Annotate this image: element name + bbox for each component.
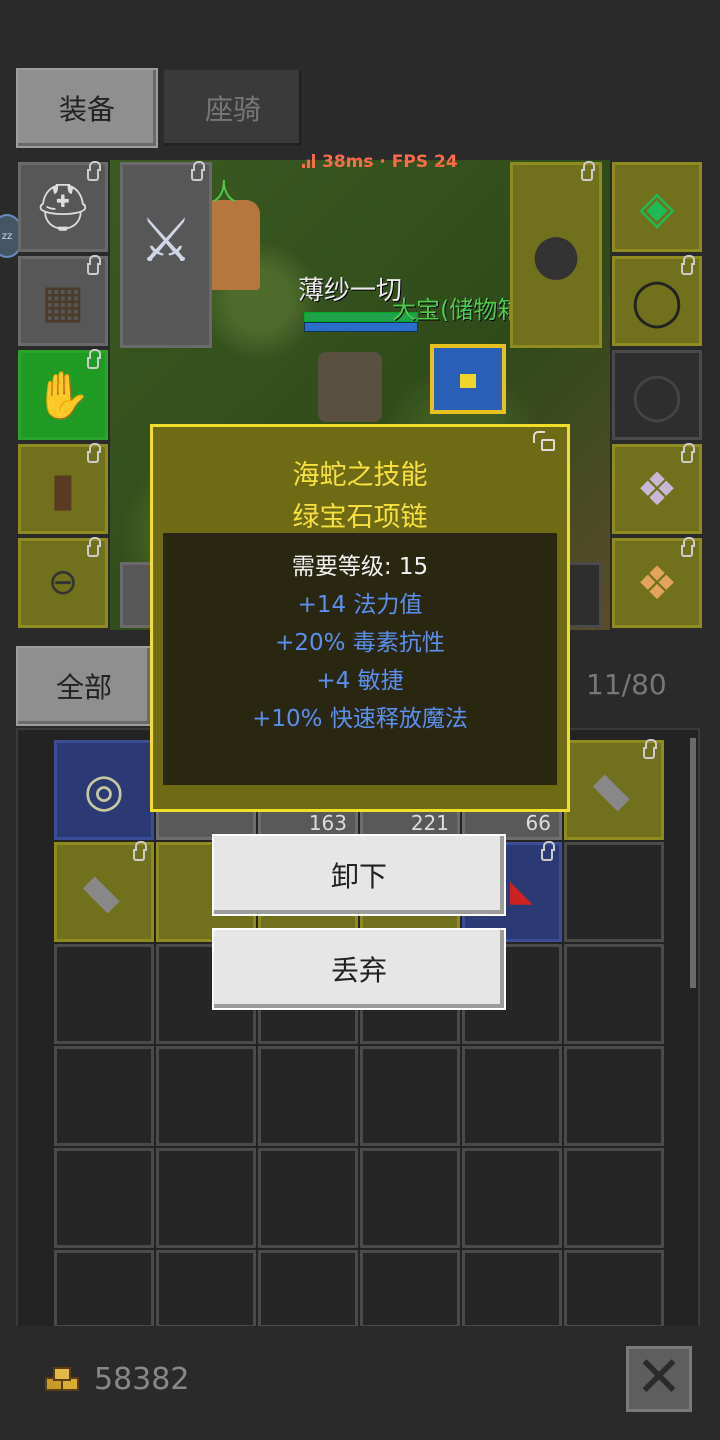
inventory-cell[interactable]: ◎ — [54, 740, 154, 840]
lock-icon — [133, 841, 147, 861]
inventory-cell[interactable] — [258, 1148, 358, 1248]
amulet-slot[interactable]: ◈ — [612, 162, 702, 252]
lock-icon — [87, 537, 101, 557]
npc-name: 人 — [212, 178, 236, 206]
inventory-cell[interactable] — [54, 1046, 154, 1146]
lock-icon — [87, 443, 101, 463]
item-stats-panel: 需要等级: 15 +14 法力值 +20% 毒素抗性 +4 敏捷 +10% 快速… — [163, 533, 557, 785]
inventory-scrollbar[interactable] — [690, 738, 696, 988]
inventory-cell[interactable] — [54, 1148, 154, 1248]
inventory-cell[interactable] — [258, 1250, 358, 1328]
inventory-cell[interactable] — [462, 1046, 562, 1146]
lock-icon — [191, 161, 205, 181]
weapon-slot[interactable]: ⚔ — [120, 161, 212, 348]
network-status: 38ms · FPS 24 — [302, 152, 458, 172]
level-requirement: 需要等级: 15 — [291, 554, 429, 580]
armor-slot[interactable]: ▦ — [18, 255, 108, 346]
belt-slot[interactable]: ⊖ — [18, 537, 108, 628]
pet2-icon: ❖ — [636, 556, 678, 610]
lock-icon — [643, 739, 657, 759]
item-name: 绿宝石项链 — [292, 502, 428, 533]
inventory-capacity: 11/80 — [586, 668, 667, 701]
player-name: 薄纱一切 — [298, 276, 403, 306]
helmet-icon: ⛑ — [33, 180, 93, 234]
inventory-cell[interactable] — [54, 1250, 154, 1328]
belt-icon: ⊖ — [47, 562, 79, 603]
unequip-button[interactable]: 卸下 — [212, 834, 506, 916]
lock-icon — [681, 537, 695, 557]
lock-icon — [87, 255, 101, 275]
item-stat: +4 敏捷 — [316, 668, 404, 694]
stack-count: 66 — [525, 811, 551, 835]
boots-icon: ▮ — [50, 462, 76, 516]
unlock-icon[interactable] — [533, 431, 555, 451]
close-icon: ✕ — [635, 1345, 683, 1410]
inventory-cell[interactable] — [360, 1046, 460, 1146]
inventory-cell[interactable] — [462, 1250, 562, 1328]
pet-icon: ❖ — [636, 462, 678, 516]
stack-count: 163 — [308, 811, 347, 835]
signal-icon — [302, 154, 316, 168]
inventory-cell[interactable] — [360, 1250, 460, 1328]
sword-icon: ⚔ — [139, 205, 193, 276]
discard-button[interactable]: 丢弃 — [212, 928, 506, 1010]
lock-icon — [541, 841, 555, 861]
category-all[interactable]: 全部 — [16, 646, 152, 726]
inventory-cell[interactable] — [564, 1148, 664, 1248]
item-stat: +14 法力值 — [297, 592, 423, 618]
tab-equipment[interactable]: 装备 — [16, 68, 158, 148]
inventory-cell[interactable] — [564, 1250, 664, 1328]
dagger-icon: ▬ — [69, 857, 139, 927]
inventory-cell[interactable] — [54, 944, 154, 1044]
inventory-cell[interactable]: ▬ — [564, 739, 664, 840]
lock-icon — [681, 255, 695, 275]
inventory-cell[interactable]: ▬ — [54, 841, 154, 942]
close-button[interactable]: ✕ — [626, 1346, 692, 1412]
storage-chest-sprite[interactable] — [430, 344, 506, 414]
item-set-name: 海蛇之技能 — [292, 460, 428, 491]
lock-icon — [581, 161, 595, 181]
gold-icon — [45, 1367, 79, 1391]
inventory-cell[interactable] — [564, 842, 664, 942]
inventory-cell[interactable] — [564, 1046, 664, 1146]
inventory-cell[interactable] — [156, 1148, 256, 1248]
ring-slot-empty[interactable]: ◯ — [612, 350, 702, 440]
shield-slot[interactable]: ● — [510, 161, 602, 348]
gloves-icon: ✋ — [34, 368, 92, 422]
boots-slot[interactable]: ▮ — [18, 443, 108, 534]
inventory-cell[interactable] — [156, 1250, 256, 1328]
gold-amount: 58382 — [94, 1362, 190, 1397]
pet2-slot[interactable]: ❖ — [612, 537, 702, 628]
pet-slot[interactable]: ❖ — [612, 443, 702, 534]
inventory-cell[interactable] — [156, 1046, 256, 1146]
inventory-cell[interactable] — [564, 944, 664, 1044]
tab-mount[interactable]: 座骑 — [162, 68, 304, 148]
item-stat: +10% 快速释放魔法 — [252, 706, 468, 732]
necklace-icon: ◎ — [83, 763, 125, 817]
inventory-cell[interactable] — [258, 1046, 358, 1146]
red-blade-icon: ◣ — [509, 874, 533, 909]
dagger-icon: ▬ — [579, 755, 649, 825]
lock-icon — [681, 443, 695, 463]
ring-icon: ◯ — [631, 274, 683, 328]
extra-slot-partial[interactable] — [566, 562, 602, 628]
inventory-cell[interactable] — [462, 1148, 562, 1248]
amulet-icon: ◈ — [639, 180, 675, 234]
helmet-slot[interactable]: ⛑ — [18, 161, 108, 252]
item-stat: +20% 毒素抗性 — [275, 630, 445, 656]
ring-slot[interactable]: ◯ — [612, 255, 702, 346]
gloves-slot[interactable]: ✋ — [18, 349, 108, 440]
armor-icon: ▦ — [41, 274, 85, 328]
player-sprite — [318, 352, 382, 422]
stack-count: 221 — [410, 811, 449, 835]
item-tooltip: 海蛇之技能 绿宝石项链 需要等级: 15 +14 法力值 +20% 毒素抗性 +… — [150, 424, 570, 812]
empty-ring-icon: ◯ — [631, 368, 683, 422]
shield-icon: ● — [531, 222, 581, 287]
inventory-cell[interactable] — [360, 1148, 460, 1248]
